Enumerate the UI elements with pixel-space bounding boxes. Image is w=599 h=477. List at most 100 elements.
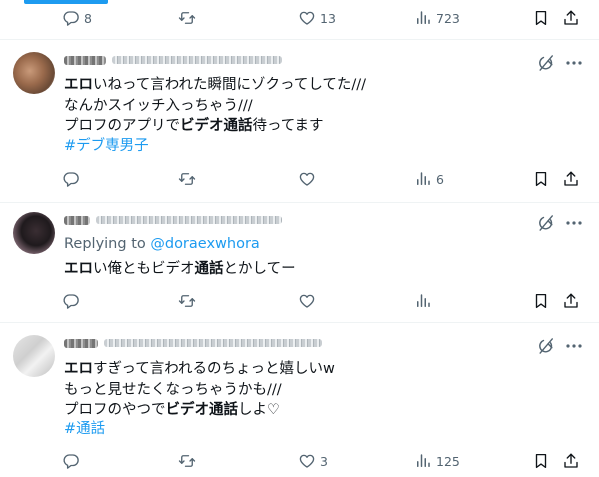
tweet[interactable]: エロすぎって言われるのちょっと嬉しいw もっと見せたくなっちゃうかも///プロフの… [0,323,599,477]
more-icon [566,344,582,348]
bookmark-button[interactable] [532,289,550,313]
views-button[interactable] [414,289,432,313]
tweet-text: エロすぎって言われるのちょっと嬉しいw もっと見せたくなっちゃうかも///プロフの… [64,359,335,421]
text-segment: もっと見せたくなっちゃうかも/// [64,381,282,398]
text-segment: プロフのアプリで [64,118,180,134]
tweet-author-blurred [64,213,282,227]
retweet-icon [178,292,196,310]
tweet[interactable]: エロいねって言われた瞬間にゾクってしてた///なんかスイッチ入っちゃう///プロ… [0,40,599,202]
display-name-blurred [64,55,106,65]
tweet-text-line: エロいねって言われた瞬間にゾクってしてた/// [64,75,366,96]
views-count: 6 [436,171,444,187]
views-icon [414,452,432,470]
text-segment: すぎって言われるのちょっと嬉しいw [93,361,335,377]
like-button[interactable]: 13 [298,6,336,30]
reply-icon [62,292,80,310]
share-icon [562,170,580,188]
more-icon [566,61,582,65]
hashtag-link[interactable]: #デブ専男子 [64,136,149,157]
views-icon [414,9,432,27]
reply-button[interactable]: 8 [62,6,92,30]
reply-button[interactable] [62,449,80,473]
highlighted-term: ビデオ通話 [165,402,239,418]
like-count: 3 [320,453,328,469]
retweet-button[interactable] [178,6,196,30]
more-button[interactable] [562,213,586,233]
replying-handle-link[interactable]: @doraexwhora [150,236,259,252]
like-button[interactable]: 3 [298,449,328,473]
avatar[interactable] [13,52,55,94]
views-button[interactable]: 723 [414,6,460,30]
handle-blurred [96,216,282,224]
reply-button[interactable] [62,167,80,191]
tweet-text: エロい俺ともビデオ通話とかしてー [64,259,296,280]
share-button[interactable] [562,6,580,30]
retweet-icon [178,452,196,470]
tweet-text-line: エロすぎって言われるのちょっと嬉しいw [64,359,335,380]
bookmark-button[interactable] [532,6,550,30]
highlighted-term: ビデオ通話 [180,118,253,134]
tweet-action-bar: 3 125 [50,449,590,473]
reply-icon [62,170,80,188]
views-button[interactable]: 6 [414,167,444,191]
like-icon [298,452,316,470]
hashtag-link[interactable]: #通話 [64,419,105,440]
tweet-text-line: エロい俺ともビデオ通話とかしてー [64,259,296,280]
like-icon [298,292,316,310]
reply-icon [62,452,80,470]
replying-label: Replying to [64,236,146,252]
bookmark-icon [532,170,550,188]
views-count: 125 [436,453,460,469]
bookmark-icon [532,9,550,27]
tweet-text-line: なんかスイッチ入っちゃう/// [64,96,366,117]
tweet-author-blurred [64,336,322,350]
handle-blurred [112,56,282,64]
highlighted-term: 通話 [194,261,224,277]
more-button[interactable] [562,53,586,73]
bookmark-button[interactable] [532,167,550,191]
share-button[interactable] [562,289,580,313]
bookmark-icon [532,292,550,310]
grok-icon[interactable] [536,336,556,356]
text-segment: 待ってます [252,118,324,134]
tweet-author-blurred [64,53,282,67]
retweet-icon [178,170,196,188]
reply-button[interactable] [62,289,80,313]
more-icon [566,221,582,225]
like-icon [298,170,316,188]
text-segment: しよ♡ [238,402,280,418]
share-button[interactable] [562,167,580,191]
tweet-action-bar: 8 13 723 [50,6,590,30]
tweet-text-line: プロフのアプリでビデオ通話待ってます [64,116,366,137]
like-icon [298,9,316,27]
like-button[interactable] [298,167,316,191]
text-segment: とかしてー [223,261,296,277]
highlighted-term: エロ [64,361,93,377]
share-button[interactable] [562,449,580,473]
display-name-blurred [64,215,90,225]
like-button[interactable] [298,289,316,313]
retweet-button[interactable] [178,289,196,313]
bookmark-icon [532,452,550,470]
display-name-blurred [64,338,98,348]
retweet-button[interactable] [178,167,196,191]
tweet-text-line: もっと見せたくなっちゃうかも/// [64,380,335,401]
like-count: 13 [320,10,336,26]
reply-count: 8 [84,10,92,26]
retweet-button[interactable] [178,449,196,473]
grok-icon[interactable] [536,53,556,73]
text-segment: いねって言われた瞬間にゾクってしてた/// [93,77,367,93]
bookmark-button[interactable] [532,449,550,473]
tweet-action-bar: 6 [50,167,590,191]
share-icon [562,9,580,27]
more-button[interactable] [562,336,586,356]
grok-icon[interactable] [536,213,556,233]
avatar[interactable] [13,212,55,254]
active-tab-indicator [24,0,108,4]
avatar[interactable] [13,335,55,377]
views-button[interactable]: 125 [414,449,460,473]
tweet[interactable]: Replying to @doraexwhora エロい俺ともビデオ通話とかして… [0,203,599,321]
views-count: 723 [436,10,460,26]
tweet-text: エロいねって言われた瞬間にゾクってしてた///なんかスイッチ入っちゃう///プロ… [64,75,366,137]
handle-blurred [104,339,322,347]
